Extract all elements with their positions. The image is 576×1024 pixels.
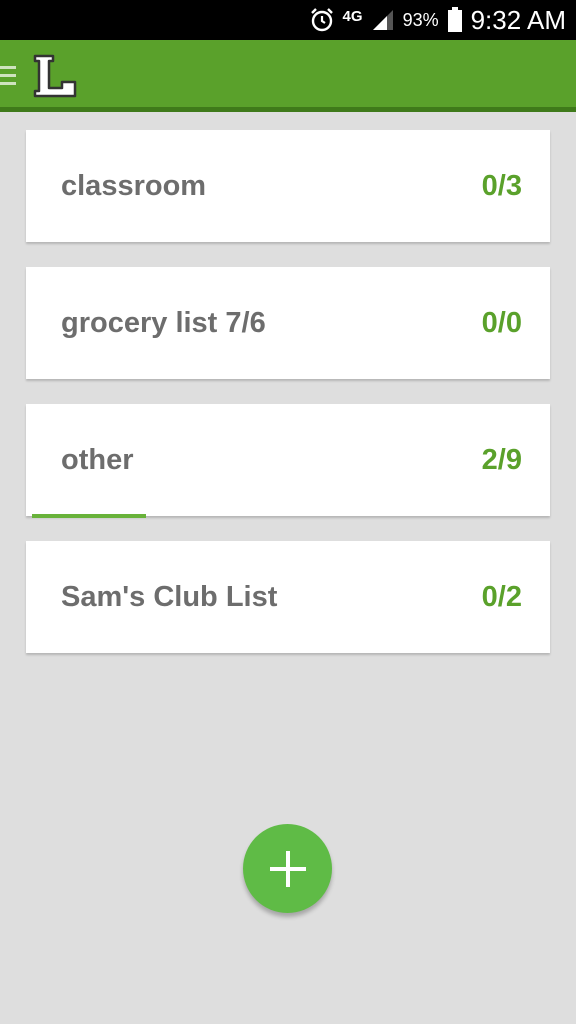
plus-icon <box>269 850 306 887</box>
list-progress-bar <box>32 514 146 518</box>
network-type: 4G <box>342 7 363 25</box>
battery-percent: 93% <box>402 9 439 30</box>
list-count: 0/3 <box>481 169 522 202</box>
list-count: 0/0 <box>481 306 522 339</box>
list-card[interactable]: other 2/9 <box>26 404 550 518</box>
lists-container: classroom 0/3 grocery list 7/6 0/0 other 2/9 S… <box>26 130 550 678</box>
list-card[interactable]: classroom 0/3 <box>26 130 550 242</box>
clock: 9:32 AM <box>470 4 566 35</box>
battery-icon <box>447 7 463 33</box>
alarm-icon <box>309 7 335 33</box>
list-title: grocery list 7/6 <box>61 306 266 339</box>
signal-icon <box>371 8 395 32</box>
list-title: classroom <box>61 169 207 202</box>
list-card[interactable]: grocery list 7/6 0/0 <box>26 267 550 379</box>
status-bar: 4G 93% 9:32 AM <box>0 0 576 40</box>
list-title: Sam's Club List <box>61 580 278 613</box>
list-count: 0/2 <box>481 580 522 613</box>
list-card[interactable]: Sam's Club List 0/2 <box>26 541 550 653</box>
menu-icon[interactable] <box>0 66 16 88</box>
app-logo[interactable] <box>32 53 78 104</box>
app-bar <box>0 40 576 112</box>
list-count: 2/9 <box>481 443 522 476</box>
add-list-button[interactable] <box>243 824 332 913</box>
list-title: other <box>61 443 134 476</box>
